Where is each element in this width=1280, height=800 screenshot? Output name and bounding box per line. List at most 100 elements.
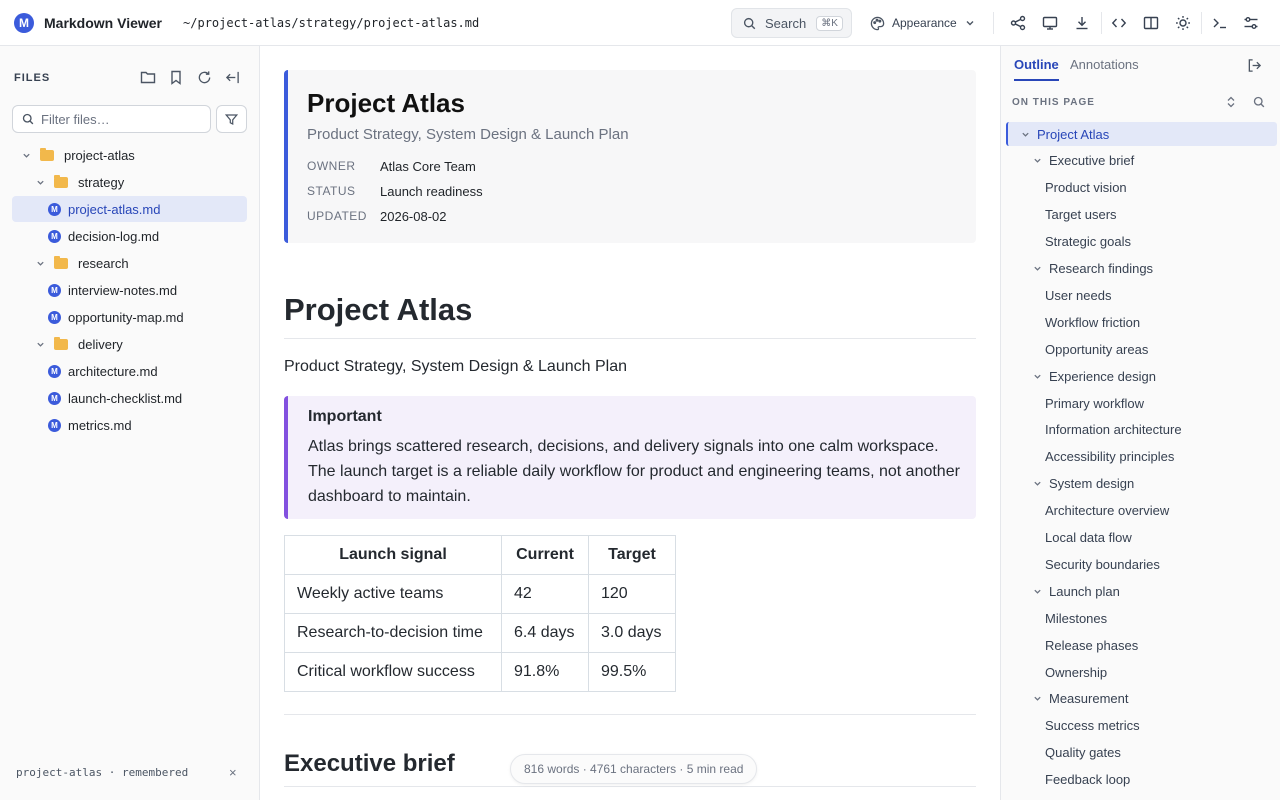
- outline-item-label: Opportunity areas: [1045, 341, 1149, 357]
- outline-item[interactable]: Measurement: [1030, 687, 1128, 711]
- markdown-file-icon: M: [48, 283, 61, 297]
- outline-item[interactable]: Product vision: [1045, 176, 1127, 200]
- bookmark-icon[interactable]: [167, 68, 185, 86]
- chevron-down-icon: [966, 21, 974, 26]
- file-path: ~/project-atlas/strategy/project-atlas.m…: [183, 15, 480, 30]
- outline-item-label: Measurement: [1049, 691, 1129, 707]
- filter-files-input-wrap[interactable]: [12, 105, 211, 133]
- outline-item[interactable]: Strategic goals: [1045, 230, 1131, 254]
- filter-files-input[interactable]: [41, 111, 201, 127]
- tree-file[interactable]: Mlaunch-checklist.md: [12, 385, 247, 411]
- tree-folder[interactable]: project-atlas: [12, 142, 247, 168]
- close-icon[interactable]: ×: [229, 765, 237, 780]
- search-icon[interactable]: [1253, 95, 1265, 113]
- chevron-down-icon[interactable]: [34, 340, 46, 349]
- close-panel-icon[interactable]: [1247, 58, 1262, 78]
- chevron-down-icon[interactable]: [20, 151, 32, 160]
- expand-collapse-icon[interactable]: [1225, 95, 1237, 113]
- download-icon[interactable]: [1072, 13, 1092, 33]
- tree-item-label: project-atlas.md: [68, 201, 161, 217]
- outline-item[interactable]: Research findings: [1030, 257, 1153, 281]
- settings-sliders-icon[interactable]: [1241, 13, 1261, 33]
- tree-file[interactable]: Minterview-notes.md: [12, 277, 247, 303]
- outline-item[interactable]: System design: [1030, 472, 1134, 496]
- outline-item[interactable]: Release phases: [1045, 633, 1138, 657]
- tree-item-label: metrics.md: [68, 417, 132, 433]
- outline-item[interactable]: Opportunity areas: [1045, 337, 1148, 361]
- search-button[interactable]: Search ⌘K: [731, 8, 852, 38]
- chevron-down-icon[interactable]: [34, 259, 46, 268]
- theme-sun-icon[interactable]: [1173, 13, 1193, 33]
- chevron-down-icon[interactable]: [1030, 372, 1044, 381]
- frontmatter-value: Launch readiness: [380, 184, 483, 199]
- files-heading: FILES: [14, 72, 51, 84]
- tree-folder[interactable]: research: [12, 250, 247, 276]
- columns-icon[interactable]: [1141, 13, 1161, 33]
- outline-item-label: Release phases: [1045, 637, 1139, 653]
- tree-item-label: interview-notes.md: [68, 282, 178, 298]
- tree-file[interactable]: Mdecision-log.md: [12, 223, 247, 249]
- code-icon[interactable]: [1109, 13, 1129, 33]
- outline-item[interactable]: Target users: [1045, 203, 1117, 227]
- outline-item[interactable]: Information architecture: [1045, 418, 1182, 442]
- outline-item[interactable]: Accessibility principles: [1045, 445, 1174, 469]
- frontmatter-row: OWNER Atlas Core Team: [307, 159, 476, 174]
- filter-button[interactable]: [216, 105, 247, 133]
- tab-outline[interactable]: Outline: [1014, 57, 1059, 81]
- app-logo: M: [14, 12, 34, 33]
- outline-item[interactable]: Security boundaries: [1045, 552, 1160, 576]
- tree-item-label: delivery: [78, 336, 123, 352]
- outline-item-label: Security boundaries: [1045, 556, 1160, 572]
- refresh-icon[interactable]: [195, 68, 213, 86]
- outline-item-label: Success metrics: [1045, 718, 1140, 734]
- appearance-button[interactable]: Appearance: [862, 8, 990, 38]
- chevron-down-icon[interactable]: [1030, 587, 1044, 596]
- outline-item[interactable]: Executive brief: [1030, 149, 1134, 173]
- outline-item[interactable]: Success metrics: [1045, 714, 1140, 738]
- outline-item-label: Product vision: [1045, 180, 1127, 196]
- search-shortcut: ⌘K: [816, 15, 843, 31]
- outline-item[interactable]: Feedback loop: [1045, 768, 1130, 792]
- top-bar: M Markdown Viewer ~/project-atlas/strate…: [0, 0, 1280, 46]
- outline-item[interactable]: Ownership: [1045, 660, 1107, 684]
- outline-item[interactable]: Experience design: [1030, 364, 1156, 388]
- tree-folder[interactable]: delivery: [12, 331, 247, 357]
- outline-item[interactable]: Architecture overview: [1045, 499, 1169, 523]
- graph-icon[interactable]: [1008, 13, 1028, 33]
- open-folder-icon[interactable]: [139, 68, 157, 86]
- tree-file[interactable]: Mproject-atlas.md: [12, 196, 247, 222]
- tab-annotations[interactable]: Annotations: [1070, 57, 1139, 81]
- outline-item[interactable]: Launch plan: [1030, 579, 1120, 603]
- chevron-down-icon[interactable]: [1018, 130, 1032, 139]
- tree-file[interactable]: Marchitecture.md: [12, 358, 247, 384]
- outline-item[interactable]: Project Atlas: [1006, 122, 1277, 146]
- search-icon: [743, 17, 756, 29]
- terminal-icon[interactable]: [1210, 13, 1230, 33]
- chevron-down-icon[interactable]: [1030, 264, 1044, 273]
- important-callout: Important Atlas brings scattered researc…: [284, 396, 976, 519]
- tree-item-label: opportunity-map.md: [68, 309, 184, 325]
- table-cell: 42: [501, 574, 589, 614]
- tree-file[interactable]: Mopportunity-map.md: [12, 304, 247, 330]
- chevron-down-icon[interactable]: [1030, 156, 1044, 165]
- document-lead: Product Strategy, System Design & Launch…: [284, 358, 627, 375]
- outline-item[interactable]: Local data flow: [1045, 526, 1132, 550]
- tree-folder[interactable]: strategy: [12, 169, 247, 195]
- table-header-row: Launch signal Current Target: [284, 535, 676, 575]
- outline-item[interactable]: Primary workflow: [1045, 391, 1144, 415]
- filter-funnel-icon: [225, 113, 238, 125]
- tree-item-label: strategy: [78, 174, 125, 190]
- chevron-down-icon[interactable]: [34, 178, 46, 187]
- outline-item[interactable]: Workflow friction: [1045, 310, 1140, 334]
- chevron-down-icon[interactable]: [1030, 694, 1044, 703]
- presentation-icon[interactable]: [1040, 13, 1060, 33]
- outline-item[interactable]: Quality gates: [1045, 741, 1121, 765]
- palette-icon: [870, 16, 885, 30]
- callout-text: Atlas brings scattered research, decisio…: [308, 438, 960, 505]
- chevron-down-icon[interactable]: [1030, 479, 1044, 488]
- outline-item[interactable]: Milestones: [1045, 606, 1107, 630]
- tree-file[interactable]: Mmetrics.md: [12, 412, 247, 438]
- frontmatter-key: OWNER: [307, 159, 356, 173]
- collapse-sidebar-icon[interactable]: [223, 68, 241, 86]
- outline-item[interactable]: User needs: [1045, 283, 1111, 307]
